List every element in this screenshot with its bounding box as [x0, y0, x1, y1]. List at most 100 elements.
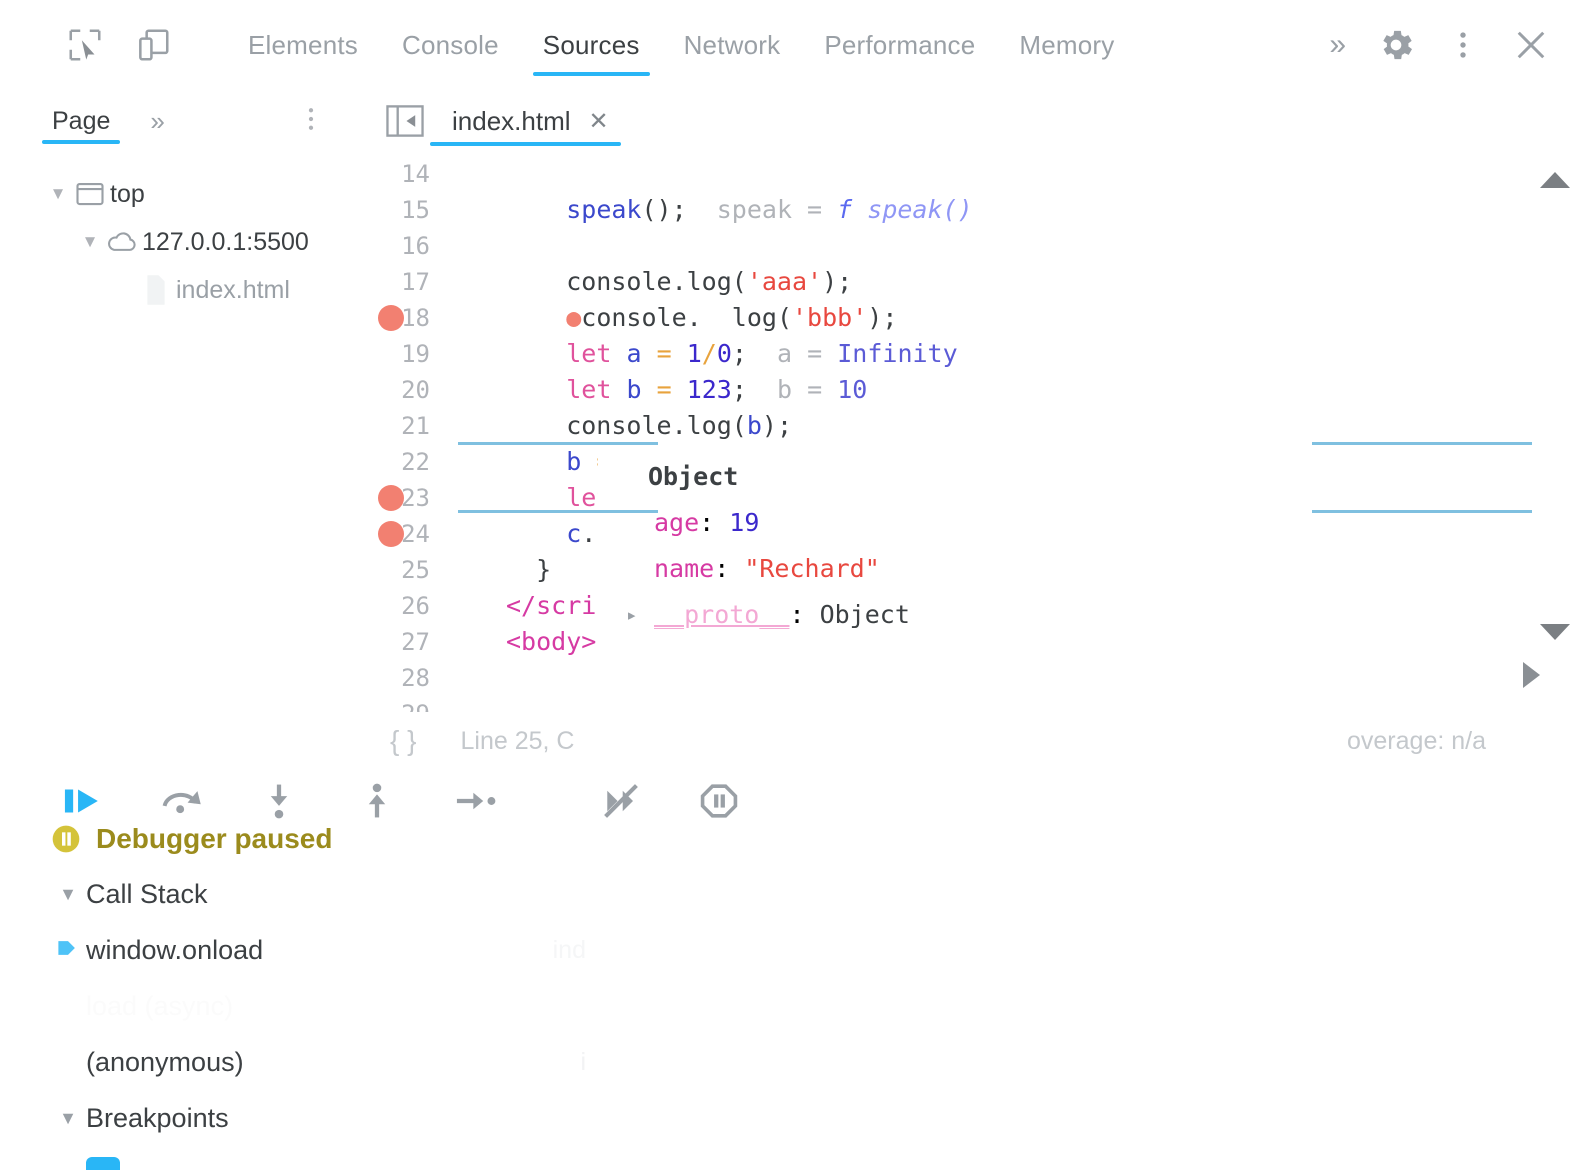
navigator-kebab-icon[interactable]	[296, 101, 326, 142]
code-line[interactable]: 19 let a = 1/0; a = Infinity	[360, 336, 1586, 372]
tab-network[interactable]: Network	[662, 0, 803, 90]
tree-item-origin[interactable]: ▼ 127.0.0.1:5500	[0, 218, 360, 266]
code-token: 'bbb'	[792, 303, 868, 332]
tab-memory[interactable]: Memory	[997, 0, 1136, 90]
breakpoint-group-item[interactable]: index.html	[86, 1146, 1586, 1170]
line-number[interactable]: 23	[360, 480, 450, 516]
breakpoints-section-header[interactable]: ▼ Breakpoints	[0, 1090, 1586, 1146]
code-token: );	[761, 411, 792, 440]
code-line[interactable]: 21 console.log(b);	[360, 408, 1586, 444]
inspect-element-icon[interactable]	[58, 18, 112, 72]
code-token: </scrip	[506, 591, 612, 620]
popup-rule	[1312, 510, 1532, 513]
expand-proto-arrow-icon[interactable]	[1523, 662, 1540, 688]
device-toolbar-icon[interactable]	[126, 18, 180, 72]
chevron-down-icon[interactable]: ▼	[46, 184, 70, 204]
popup-rule	[458, 510, 658, 513]
code-token: speak()	[852, 195, 973, 224]
code-line[interactable]: 20 let b = 123; b = 10	[360, 372, 1586, 408]
object-property-row[interactable]: age: 19	[598, 500, 1578, 546]
code-line[interactable]: 17 console.log('aaa');	[360, 264, 1586, 300]
more-tabs-icon[interactable]: »	[1329, 30, 1346, 60]
code-line[interactable]: 28	[360, 660, 1586, 696]
close-icon[interactable]	[1510, 24, 1552, 66]
tree-item-top[interactable]: ▼ top	[0, 170, 360, 218]
line-number[interactable]: 14	[360, 156, 450, 192]
code-token: 10	[837, 375, 868, 404]
line-content: speak(); speak = f speak()	[450, 192, 1586, 228]
code-token: );	[867, 303, 898, 332]
kebab-menu-icon[interactable]	[1446, 25, 1480, 65]
line-number[interactable]: 29	[360, 696, 450, 712]
navigator-more-icon[interactable]: »	[150, 106, 164, 137]
code-token: b	[626, 375, 642, 404]
object-property-key: name	[654, 554, 715, 583]
chevron-down-icon[interactable]: ▼	[50, 884, 86, 905]
breakpoints-title: Breakpoints	[86, 1102, 229, 1133]
call-stack-section-header[interactable]: ▼ Call Stack	[0, 866, 1586, 922]
tree-item-index-html[interactable]: index.html	[0, 266, 360, 314]
scroll-up-arrow-icon[interactable]	[1540, 172, 1570, 188]
code-token: }	[506, 555, 552, 584]
line-number[interactable]: 25	[360, 552, 450, 588]
chevron-down-icon[interactable]: ▼	[78, 232, 102, 252]
breakpoint-file-label: index.html	[138, 1159, 261, 1170]
line-number[interactable]: 27	[360, 624, 450, 660]
tab-performance[interactable]: Performance	[802, 0, 997, 90]
line-number[interactable]: 26	[360, 588, 450, 624]
line-number[interactable]: 22	[360, 444, 450, 480]
line-number[interactable]: 19	[360, 336, 450, 372]
code-line[interactable]: 15 speak(); speak = f speak()	[360, 192, 1586, 228]
line-number[interactable]: 15	[360, 192, 450, 228]
code-line[interactable]: 14	[360, 156, 1586, 192]
tab-console[interactable]: Console	[380, 0, 521, 90]
navigator-tab-page[interactable]: Page	[42, 90, 121, 152]
code-token: =	[656, 339, 672, 368]
object-preview-popup[interactable]: Object age: 19 name: "Rechard" ▸ __proto_…	[598, 448, 1578, 644]
line-content: let b = 123; b = 10	[450, 372, 1586, 408]
code-token: let	[566, 339, 612, 368]
call-stack-frame-anonymous[interactable]: (anonymous) i	[0, 1034, 1586, 1090]
pretty-print-button[interactable]: { }	[390, 725, 416, 757]
chevron-down-icon[interactable]: ▼	[50, 1108, 86, 1129]
code-token: console.log(	[506, 267, 747, 296]
chevron-right-icon[interactable]: ▸	[626, 592, 654, 638]
code-token: =	[656, 375, 672, 404]
object-proto-row[interactable]: ▸ __proto__: Object	[598, 592, 1578, 638]
code-line[interactable]: 18 ●console. log('bbb');	[360, 300, 1586, 336]
call-stack-frame-async[interactable]: load (async)	[0, 978, 1586, 1034]
tab-elements[interactable]: Elements	[226, 0, 380, 90]
line-number[interactable]: 18	[360, 300, 450, 336]
line-number[interactable]: 28	[360, 660, 450, 696]
object-property-row[interactable]: name: "Rechard"	[598, 546, 1578, 592]
line-number[interactable]: 16	[360, 228, 450, 264]
devtools-main-toolbar: Elements Console Sources Network Perform…	[0, 0, 1586, 90]
popup-rule	[458, 442, 658, 445]
object-popup-title: Object	[648, 462, 739, 491]
breakpoint-checkbox[interactable]	[86, 1157, 120, 1170]
code-line[interactable]: 29	[360, 696, 1586, 712]
breakpoint-dot[interactable]	[378, 521, 404, 547]
line-number[interactable]: 17	[360, 264, 450, 300]
line-number[interactable]: 24	[360, 516, 450, 552]
call-stack-frame-location: i	[580, 1047, 586, 1076]
editor-tab-index-html[interactable]: index.html ✕	[430, 90, 621, 152]
show-navigator-icon[interactable]	[386, 103, 424, 139]
call-stack-frame-selected[interactable]: window.onload ind	[0, 922, 1586, 978]
line-number[interactable]: 21	[360, 408, 450, 444]
scroll-down-arrow-icon[interactable]	[1540, 624, 1570, 640]
debugger-sidebar: ▼ Call Stack window.onload ind load (asy…	[0, 866, 1586, 1170]
line-number[interactable]: 20	[360, 372, 450, 408]
breakpoint-dot[interactable]	[378, 485, 404, 511]
gear-icon[interactable]	[1376, 25, 1416, 65]
close-icon[interactable]: ✕	[589, 107, 609, 136]
code-line[interactable]: 16	[360, 228, 1586, 264]
breakpoint-dot[interactable]	[378, 305, 404, 331]
tab-sources[interactable]: Sources	[521, 0, 662, 90]
